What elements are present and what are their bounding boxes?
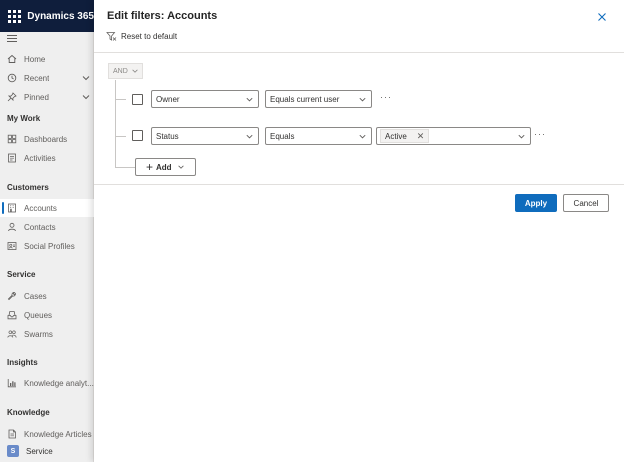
value-tag-active: Active ✕ [380, 129, 430, 143]
sidebar-item-pinned[interactable]: Pinned [0, 88, 94, 106]
row-more-options-icon[interactable]: ··· [380, 92, 392, 102]
chevron-down-icon [177, 165, 184, 169]
cancel-button[interactable]: Cancel [563, 194, 609, 212]
field-select-status[interactable]: Status [151, 127, 259, 145]
home-icon [7, 54, 17, 64]
article-icon [7, 429, 17, 439]
field-select-owner[interactable]: Owner [151, 90, 259, 108]
sidebar-item-queues[interactable]: Queues [0, 306, 94, 324]
edit-filters-panel: Edit filters: Accounts Reset to default … [94, 0, 624, 462]
filter-reset-icon [106, 32, 117, 41]
sidebar-item-recent[interactable]: Recent [0, 69, 94, 87]
section-title-insights: Insights [7, 358, 38, 367]
accounts-icon [7, 203, 17, 213]
chevron-down-icon[interactable] [81, 73, 91, 83]
section-title-customers: Customers [7, 183, 49, 192]
chevron-down-icon [246, 97, 253, 102]
reset-to-default-button[interactable]: Reset to default [106, 31, 177, 42]
dashboard-icon [7, 134, 17, 144]
wrench-icon [7, 291, 17, 301]
sidebar-item-home[interactable]: Home [0, 50, 94, 68]
queue-icon [7, 310, 17, 320]
sidebar-item-social-profiles[interactable]: Social Profiles [0, 237, 94, 255]
sidebar-item-cases[interactable]: Cases [0, 287, 94, 305]
area-switcher[interactable]: S Service [0, 442, 94, 460]
section-title-my-work: My Work [7, 114, 41, 123]
apply-button[interactable]: Apply [515, 194, 557, 212]
analytics-icon [7, 378, 17, 388]
chevron-down-icon [518, 134, 525, 139]
row-checkbox-owner[interactable] [132, 94, 143, 105]
tree-connector [115, 136, 126, 137]
sidebar-item-swarms[interactable]: Swarms [0, 325, 94, 343]
chevron-down-icon [359, 97, 366, 102]
person-icon [7, 222, 17, 232]
chevron-down-icon[interactable] [81, 92, 91, 102]
swarm-icon [7, 329, 17, 339]
divider [94, 184, 624, 185]
pin-icon [7, 92, 17, 102]
chevron-down-icon [246, 134, 253, 139]
sidebar-item-knowledge-articles[interactable]: Knowledge Articles [0, 425, 94, 443]
remove-tag-icon[interactable]: ✕ [417, 131, 425, 142]
group-operator-dropdown[interactable]: AND [108, 63, 143, 79]
activities-icon [7, 153, 17, 163]
chevron-down-icon [132, 69, 138, 73]
sidebar-item-dashboards[interactable]: Dashboards [0, 130, 94, 148]
close-icon[interactable] [596, 11, 608, 23]
section-title-service: Service [7, 270, 36, 279]
tree-connector [115, 167, 135, 168]
chevron-down-icon [359, 134, 366, 139]
sidebar-item-contacts[interactable]: Contacts [0, 218, 94, 236]
panel-title: Edit filters: Accounts [107, 10, 218, 22]
plus-icon: + [146, 160, 154, 174]
sidebar-item-accounts[interactable]: Accounts [0, 199, 94, 217]
row-more-options-icon[interactable]: ··· [534, 129, 546, 139]
tree-connector [115, 80, 116, 167]
sidebar-item-knowledge-analytics[interactable]: Knowledge analyt... [0, 374, 94, 392]
operator-select-owner[interactable]: Equals current user [265, 90, 372, 108]
app-title: Dynamics 365 [27, 10, 94, 22]
hamburger-menu-icon[interactable] [7, 35, 17, 44]
row-checkbox-status[interactable] [132, 130, 143, 141]
top-bar: Dynamics 365 [0, 0, 94, 32]
section-title-knowledge: Knowledge [7, 408, 50, 417]
sidebar-item-activities[interactable]: Activities [0, 149, 94, 167]
operator-select-status[interactable]: Equals [265, 127, 372, 145]
area-badge: S [7, 445, 19, 457]
social-profile-icon [7, 241, 17, 251]
clock-icon [7, 73, 17, 83]
add-button[interactable]: + Add [135, 158, 196, 176]
tree-connector [115, 99, 126, 100]
sidebar: Home Recent Pinned My Work Dashboards Ac… [0, 32, 94, 462]
divider [94, 52, 624, 53]
app-launcher-icon[interactable] [6, 6, 23, 26]
